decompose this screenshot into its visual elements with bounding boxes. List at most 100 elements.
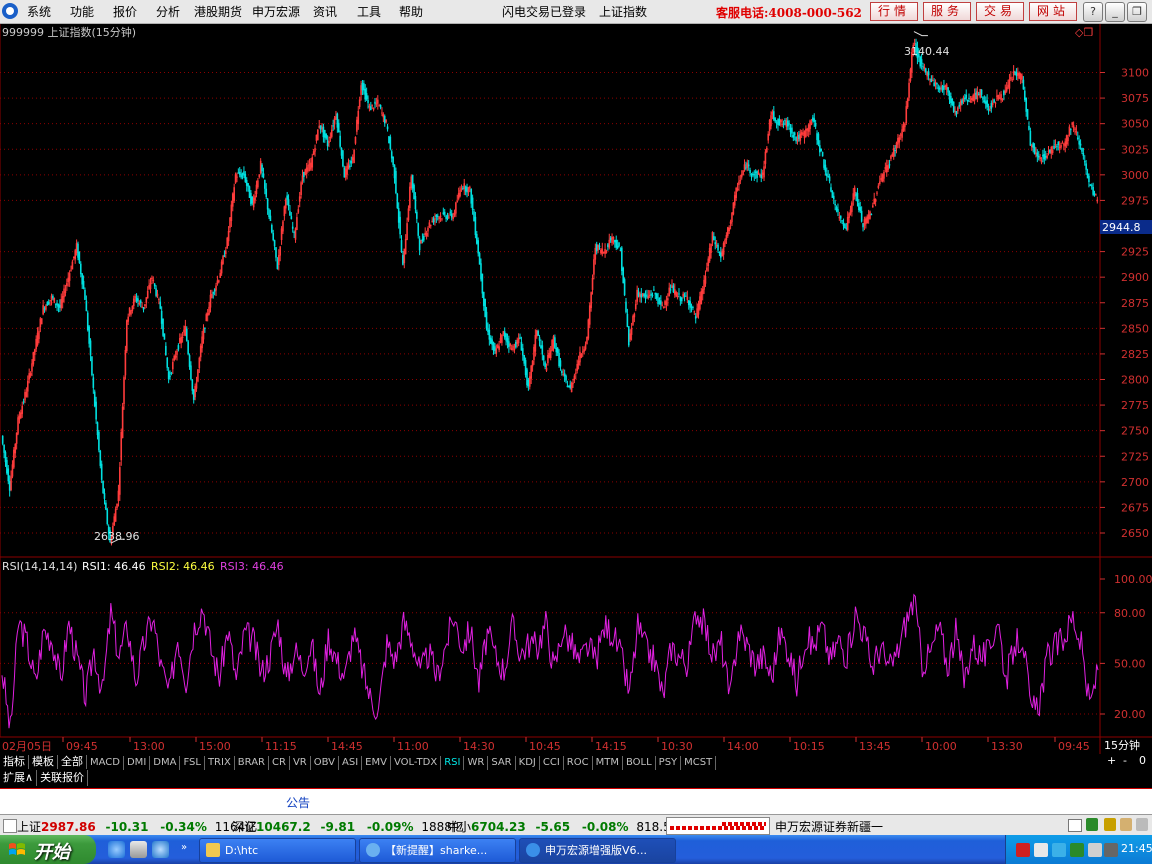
tray-security-icon[interactable] xyxy=(1070,843,1084,857)
candle-body xyxy=(481,273,484,294)
candle-body xyxy=(549,350,552,359)
indicator-tab-rsi[interactable]: RSI xyxy=(441,756,465,770)
candle-body xyxy=(413,185,415,200)
trade-login-status[interactable]: 闪电交易已登录 xyxy=(502,3,586,20)
candle-body xyxy=(1000,94,1002,101)
related-quote-tab[interactable]: 关联报价 xyxy=(37,770,89,786)
menu-item-swhy[interactable]: 申万宏源 xyxy=(252,3,300,20)
menu-item-hk-futures[interactable]: 港股期货 xyxy=(194,3,242,20)
indicator-tab-boll[interactable]: BOLL xyxy=(623,756,656,770)
indicator-tab-dmi[interactable]: DMI xyxy=(124,756,151,770)
menu-item-news[interactable]: 资讯 xyxy=(313,3,337,20)
candle-body xyxy=(966,99,969,102)
menu-item-help[interactable]: 帮助 xyxy=(399,3,423,20)
settings-icon[interactable] xyxy=(1136,818,1148,831)
notice-link[interactable]: 公告 xyxy=(286,794,310,811)
indicator-tab-vr[interactable]: VR xyxy=(290,756,311,770)
menu-item-tools[interactable]: 工具 xyxy=(357,3,381,20)
candle-body xyxy=(736,188,739,191)
time-label: 02月05日 xyxy=(2,740,52,753)
market-button[interactable]: 行情 xyxy=(870,2,918,21)
menu-item-system[interactable]: 系统 xyxy=(27,3,51,20)
quicklaunch-more-icon[interactable]: » xyxy=(181,842,187,853)
indicator-tab-kdj[interactable]: KDJ xyxy=(516,756,540,770)
expand-tab[interactable]: 扩展∧ xyxy=(0,770,38,786)
candle-body xyxy=(785,120,788,127)
browser-icon[interactable] xyxy=(152,841,169,858)
indicator-tab-模板[interactable]: 模板 xyxy=(29,755,58,769)
indicator-tab-asi[interactable]: ASI xyxy=(339,756,363,770)
signal-icon[interactable] xyxy=(1086,818,1098,831)
indicator-tab-obv[interactable]: OBV xyxy=(311,756,339,770)
indicator-tab-brar[interactable]: BRAR xyxy=(235,756,269,770)
indicator-tab-emv[interactable]: EMV xyxy=(362,756,391,770)
tray-app-icon[interactable] xyxy=(1016,843,1030,857)
task-trading-app-label: 申万宏源增强版V6... xyxy=(545,844,648,857)
candle-body xyxy=(231,193,234,207)
candle-body xyxy=(813,118,816,122)
indicator-tab-trix[interactable]: TRIX xyxy=(205,756,235,770)
indicator-tab-指标[interactable]: 指标 xyxy=(0,755,29,769)
candle-body xyxy=(566,385,569,388)
service-button[interactable]: 服务 xyxy=(923,2,971,21)
task-browser[interactable]: 【新提醒】sharke... xyxy=(359,838,516,863)
indicator-tab-mtm[interactable]: MTM xyxy=(593,756,623,770)
kline-chart[interactable]: 3100 3075 3050 3025 3000 2975 2925 2900 2875 2850… xyxy=(0,24,1152,754)
candle-body xyxy=(989,109,991,111)
indicator-tab-macd[interactable]: MACD xyxy=(87,756,124,770)
candle-body xyxy=(42,305,44,315)
notebook-icon[interactable] xyxy=(1120,818,1132,831)
menu-item-analysis[interactable]: 分析 xyxy=(156,3,180,20)
indicator-tab-sar[interactable]: SAR xyxy=(488,756,516,770)
task-explorer[interactable]: D:\htc xyxy=(199,838,356,863)
tray-input-icon[interactable] xyxy=(1104,843,1118,857)
website-button[interactable]: 网站 xyxy=(1029,2,1077,21)
candle-body xyxy=(584,344,587,350)
chart-corner-icon[interactable]: ◇❐ xyxy=(1075,26,1093,39)
help-icon[interactable]: ? xyxy=(1083,2,1103,22)
candle-body xyxy=(793,132,796,136)
tab-reset-button[interactable]: 0 xyxy=(1136,754,1149,768)
indicator-tab-vol-tdx[interactable]: VOL-TDX xyxy=(391,756,442,770)
candle-body xyxy=(689,301,691,308)
tray-shield-icon[interactable] xyxy=(1052,843,1066,857)
candle-body xyxy=(457,192,460,199)
status-arrow-icon[interactable] xyxy=(3,819,17,833)
tab-add-button[interactable]: + xyxy=(1104,754,1119,768)
indicator-tab-psy[interactable]: PSY xyxy=(656,756,682,770)
candle-body xyxy=(541,345,544,355)
window-icon[interactable] xyxy=(1068,819,1082,832)
indicator-tab-wr[interactable]: WR xyxy=(464,756,489,770)
indicator-tab-cr[interactable]: CR xyxy=(269,756,290,770)
indicator-tab-mcst[interactable]: MCST xyxy=(681,756,717,770)
menu-item-function[interactable]: 功能 xyxy=(70,3,94,20)
menu-item-quote[interactable]: 报价 xyxy=(113,3,137,20)
restore-icon[interactable]: ❐ xyxy=(1127,2,1147,22)
candle-body xyxy=(905,106,908,124)
sh-pct: -0.34% xyxy=(160,820,207,834)
candle-body xyxy=(417,223,420,236)
indicator-tab-全部[interactable]: 全部 xyxy=(58,755,87,769)
candle-body xyxy=(40,318,43,325)
tray-network-icon[interactable] xyxy=(1034,843,1048,857)
tab-remove-button[interactable]: - xyxy=(1120,754,1130,768)
indicator-tab-dma[interactable]: DMA xyxy=(150,756,181,770)
tray-volume-icon[interactable] xyxy=(1088,843,1102,857)
candle-body xyxy=(45,305,47,310)
trade-button[interactable]: 交易 xyxy=(976,2,1024,21)
media-icon[interactable] xyxy=(130,841,147,858)
candle-body xyxy=(655,293,658,299)
minimize-icon[interactable]: _ xyxy=(1105,2,1125,22)
task-trading-app[interactable]: 申万宏源增强版V6... xyxy=(519,838,676,863)
candle-body xyxy=(1029,130,1032,146)
start-button[interactable]: 开始 xyxy=(0,835,96,864)
candle-body xyxy=(983,100,986,103)
ie-icon[interactable] xyxy=(108,841,125,858)
indicator-tab-fsl[interactable]: FSL xyxy=(180,756,205,770)
candle-body xyxy=(496,345,499,349)
candle-body xyxy=(254,195,256,201)
period-label[interactable]: 15分钟 xyxy=(1104,738,1140,752)
indicator-tab-roc[interactable]: ROC xyxy=(564,756,593,770)
indicator-tab-cci[interactable]: CCI xyxy=(540,756,564,770)
lock-icon[interactable] xyxy=(1104,818,1116,831)
